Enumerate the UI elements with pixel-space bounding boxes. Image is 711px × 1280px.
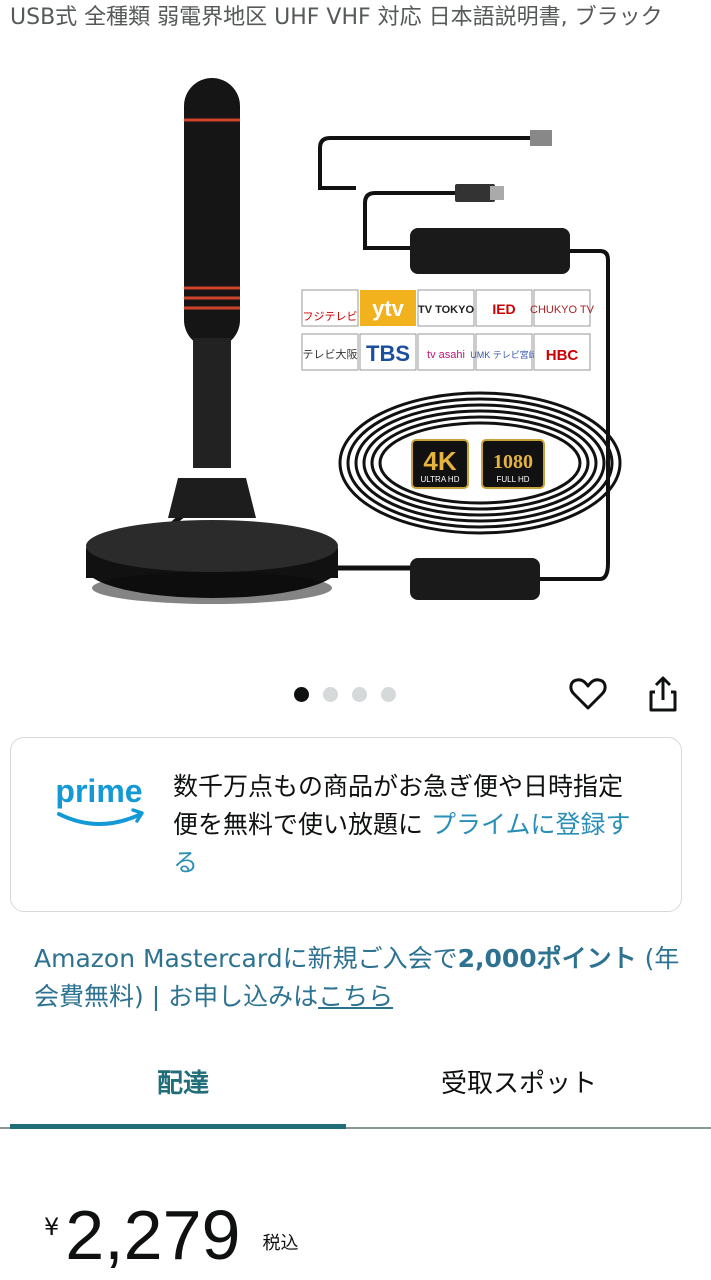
price-block: ¥ 2,279 税込	[44, 1195, 298, 1275]
svg-text:テレビ大阪: テレビ大阪	[303, 347, 358, 361]
prime-logo: prime	[55, 773, 144, 826]
fulfillment-tabs: 配達 受取スポット	[0, 1050, 711, 1130]
svg-text:TBS: TBS	[366, 341, 410, 366]
tab-delivery[interactable]: 配達	[10, 1050, 356, 1125]
svg-text:HBC: HBC	[546, 347, 579, 364]
svg-text:prime: prime	[55, 773, 142, 809]
svg-text:IED: IED	[492, 301, 515, 317]
product-image[interactable]: フジテレビ ytv TV TOKYO IED CHUKYO TV テレビ大阪 T…	[60, 68, 660, 628]
tab-pickup-spot[interactable]: 受取スポット	[346, 1050, 692, 1125]
svg-text:TV TOKYO: TV TOKYO	[418, 304, 474, 316]
svg-text:1080: 1080	[493, 451, 533, 473]
price-currency: ¥	[44, 1213, 60, 1241]
product-title: USB式 全種類 弱電界地区 UHF VHF 対応 日本語説明書, ブラック	[10, 5, 663, 30]
svg-text:tv asahi: tv asahi	[427, 349, 465, 361]
heart-icon[interactable]	[566, 672, 610, 716]
svg-text:4K: 4K	[423, 446, 456, 476]
promo-apply-link[interactable]: こちら	[318, 982, 393, 1011]
promo-points: 2,000ポイント	[457, 944, 637, 973]
tab-selected-indicator	[10, 1124, 346, 1129]
price-amount: 2,279	[65, 1196, 241, 1274]
svg-text:ytv: ytv	[372, 296, 405, 321]
carousel-dot[interactable]	[294, 687, 309, 702]
svg-text:CHUKYO TV: CHUKYO TV	[530, 304, 595, 316]
svg-text:FULL HD: FULL HD	[496, 475, 529, 484]
carousel-dots[interactable]	[294, 687, 396, 702]
svg-text:ULTRA HD: ULTRA HD	[421, 475, 460, 484]
svg-text:フジテレビ: フジテレビ	[303, 310, 358, 323]
carousel-dot[interactable]	[323, 687, 338, 702]
prime-banner[interactable]: prime 数千万点もの商品がお急ぎ便や日時指定便を無料で使い放題に プライムに…	[10, 737, 682, 912]
promo-prefix: Amazon Mastercardに新規ご入会で	[34, 944, 458, 973]
tax-label: 税込	[262, 1233, 299, 1254]
prime-message: 数千万点もの商品がお急ぎ便や日時指定便を無料で使い放題に プライムに登録する	[173, 768, 643, 882]
svg-text:UMK テレビ宮崎: UMK テレビ宮崎	[470, 349, 538, 360]
mastercard-promo: Amazon Mastercardに新規ご入会で2,000ポイント (年会費無料…	[34, 940, 684, 1016]
carousel-dot[interactable]	[352, 687, 367, 702]
share-icon[interactable]	[641, 672, 685, 716]
carousel-dot[interactable]	[381, 687, 396, 702]
